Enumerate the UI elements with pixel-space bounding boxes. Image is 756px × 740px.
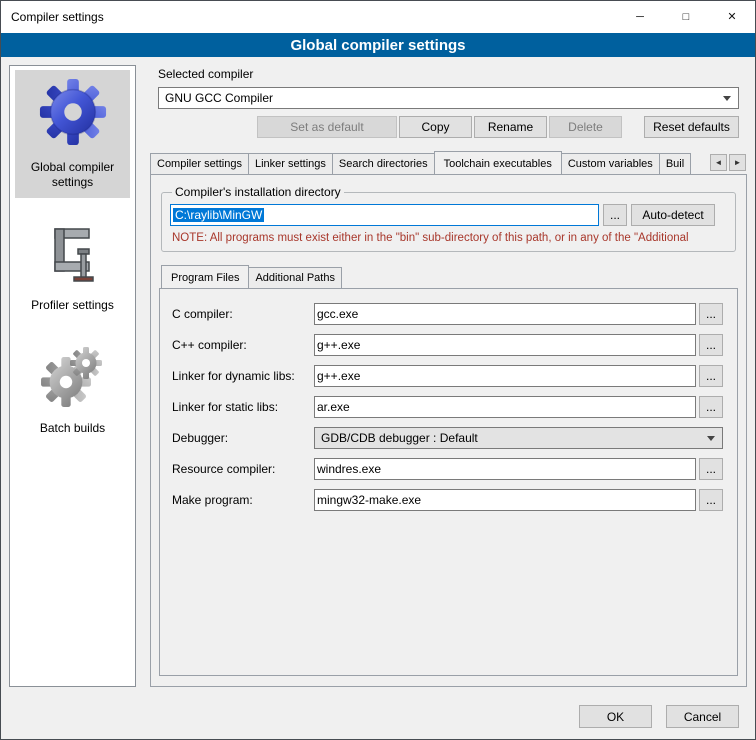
settings-tabstrip: Compiler settings Linker settings Search… [150,151,747,174]
debugger-combobox[interactable]: GDB/CDB debugger : Default [314,427,723,449]
dialog-footer: OK Cancel [1,693,755,739]
rename-button[interactable]: Rename [474,116,547,138]
chevron-down-icon [707,436,715,441]
tab-custom-variables[interactable]: Custom variables [561,153,660,174]
installation-directory-value: C:\raylib\MinGW [173,208,264,222]
make-program-input[interactable]: mingw32-make.exe [314,489,696,511]
window-title: Compiler settings [11,10,104,24]
c-compiler-browse-button[interactable]: ... [699,303,723,325]
close-button[interactable]: ✕ [709,1,755,33]
tab-build-options[interactable]: Buil [659,153,691,174]
cpp-compiler-browse-button[interactable]: ... [699,334,723,356]
minimize-icon: ─ [636,12,644,23]
ok-button[interactable]: OK [579,705,652,728]
linker-dynamic-label: Linker for dynamic libs: [172,369,314,383]
form-row-linker-static: Linker for static libs: ar.exe ... [172,396,723,418]
sidebar-item-profiler-settings[interactable]: Profiler settings [15,214,130,321]
tab-additional-paths[interactable]: Additional Paths [248,267,342,288]
installation-directory-legend: Compiler's installation directory [172,185,344,199]
installation-directory-input[interactable]: C:\raylib\MinGW [170,204,599,226]
program-files-panel: C compiler: gcc.exe ... C++ compiler: g+… [159,288,738,676]
linker-static-browse-button[interactable]: ... [699,396,723,418]
resource-compiler-label: Resource compiler: [172,462,314,476]
compiler-action-buttons: Set as default Copy Rename Delete Reset … [158,116,739,138]
installation-directory-group: Compiler's installation directory C:\ray… [161,185,736,252]
maximize-icon: □ [683,12,690,23]
clamp-icon [41,221,105,290]
set-as-default-button[interactable]: Set as default [257,116,397,138]
cancel-button[interactable]: Cancel [666,705,739,728]
form-row-linker-dynamic: Linker for dynamic libs: g++.exe ... [172,365,723,387]
paths-tabstrip: Program Files Additional Paths [159,265,738,288]
make-program-value: mingw32-make.exe [317,493,421,507]
dialog-header: Global compiler settings [1,33,755,57]
c-compiler-input[interactable]: gcc.exe [314,303,696,325]
note-text: NOTE: All programs must exist either in … [172,232,725,244]
gear-blue-icon [38,77,108,152]
linker-dynamic-browse-button[interactable]: ... [699,365,723,387]
toolchain-executables-panel: Compiler's installation directory C:\ray… [150,174,747,687]
autodetect-button[interactable]: Auto-detect [631,204,715,226]
reset-defaults-button[interactable]: Reset defaults [644,116,739,138]
category-sidebar: Global compiler settings [9,65,136,687]
tab-compiler-settings[interactable]: Compiler settings [150,153,249,174]
debugger-label: Debugger: [172,431,314,445]
tab-scroll-right-button[interactable]: ► [729,154,746,171]
resource-compiler-browse-button[interactable]: ... [699,458,723,480]
tab-program-files[interactable]: Program Files [161,265,249,288]
sidebar-item-label: Batch builds [40,421,105,436]
sidebar-item-global-compiler-settings[interactable]: Global compiler settings [15,70,130,198]
linker-static-input[interactable]: ar.exe [314,396,696,418]
tab-scroll-buttons: ◄ ► [710,154,746,171]
sidebar-item-batch-builds[interactable]: Batch builds [15,337,130,444]
form-row-cpp-compiler: C++ compiler: g++.exe ... [172,334,723,356]
minimize-button[interactable]: ─ [617,1,663,33]
titlebar[interactable]: Compiler settings ─ □ ✕ [1,1,755,33]
selected-compiler-value: GNU GCC Compiler [165,91,717,105]
form-row-c-compiler: C compiler: gcc.exe ... [172,303,723,325]
c-compiler-value: gcc.exe [317,307,358,321]
selected-compiler-label: Selected compiler [158,67,739,81]
copy-button[interactable]: Copy [399,116,472,138]
dialog-body: Global compiler settings [1,57,755,693]
linker-dynamic-value: g++.exe [317,369,360,383]
installation-directory-browse-button[interactable]: ... [603,204,627,226]
linker-static-value: ar.exe [317,400,350,414]
make-program-label: Make program: [172,493,314,507]
delete-button[interactable]: Delete [549,116,622,138]
c-compiler-label: C compiler: [172,307,314,321]
sidebar-item-label: Profiler settings [31,298,114,313]
tab-linker-settings[interactable]: Linker settings [248,153,333,174]
form-row-make-program: Make program: mingw32-make.exe ... [172,489,723,511]
linker-static-label: Linker for static libs: [172,400,314,414]
gears-gray-icon [41,344,105,413]
cpp-compiler-input[interactable]: g++.exe [314,334,696,356]
main-area: Selected compiler GNU GCC Compiler Set a… [150,65,747,687]
form-row-debugger: Debugger: GDB/CDB debugger : Default [172,427,723,449]
installation-directory-row: C:\raylib\MinGW ... Auto-detect [170,204,727,226]
selected-compiler-combobox[interactable]: GNU GCC Compiler [158,87,739,109]
cpp-compiler-value: g++.exe [317,338,360,352]
form-row-resource-compiler: Resource compiler: windres.exe ... [172,458,723,480]
close-icon: ✕ [727,12,736,23]
resource-compiler-value: windres.exe [317,462,381,476]
linker-dynamic-input[interactable]: g++.exe [314,365,696,387]
sidebar-item-label: Global compiler settings [17,160,128,190]
debugger-value: GDB/CDB debugger : Default [321,431,701,445]
compiler-settings-dialog: Compiler settings ─ □ ✕ Global compiler … [0,0,756,740]
make-program-browse-button[interactable]: ... [699,489,723,511]
chevron-down-icon [723,96,731,101]
tab-scroll-left-button[interactable]: ◄ [710,154,727,171]
tab-toolchain-executables[interactable]: Toolchain executables [434,151,562,174]
cpp-compiler-label: C++ compiler: [172,338,314,352]
window-controls: ─ □ ✕ [617,1,755,33]
resource-compiler-input[interactable]: windres.exe [314,458,696,480]
maximize-button[interactable]: □ [663,1,709,33]
tab-search-directories[interactable]: Search directories [332,153,435,174]
